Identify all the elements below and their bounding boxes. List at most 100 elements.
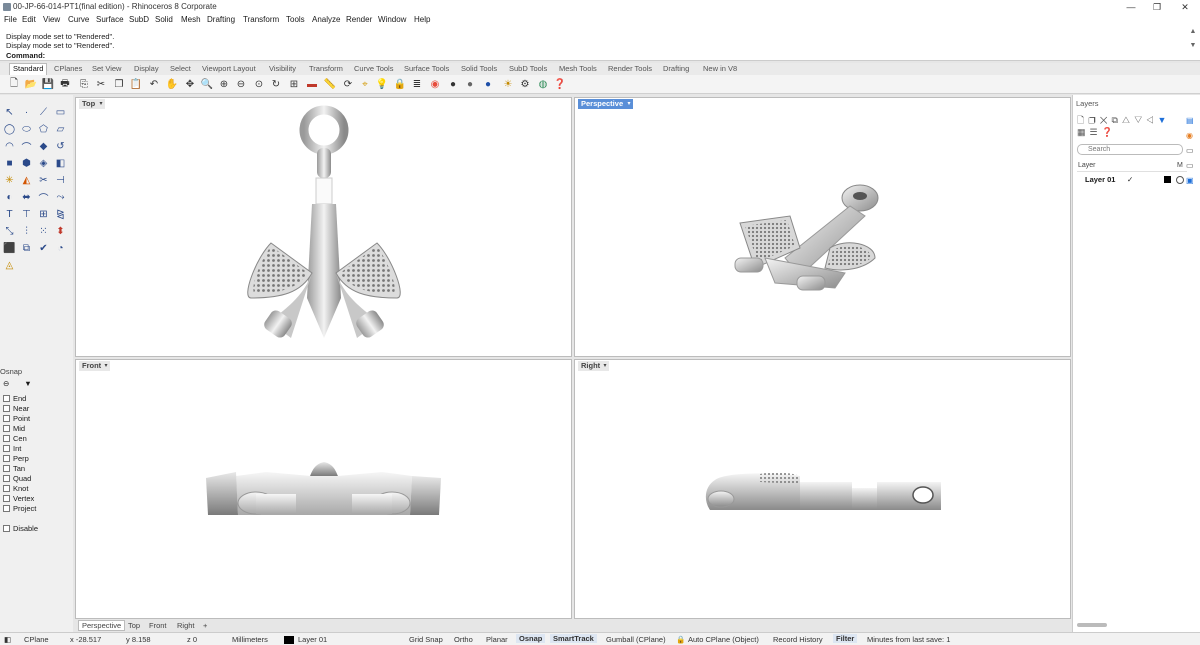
menu-analyze[interactable]: Analyze	[312, 15, 340, 24]
menu-transform[interactable]: Transform	[243, 15, 279, 24]
render-icon[interactable]: ☀	[501, 77, 515, 91]
menu-help[interactable]: Help	[414, 15, 430, 24]
filter-icon[interactable]: ▼	[1157, 115, 1170, 125]
boolean-icon[interactable]: ◭	[19, 173, 34, 188]
paste-icon[interactable]: 📋	[129, 77, 143, 91]
check-icon[interactable]: ✔	[36, 241, 51, 256]
menu-tools[interactable]: Tools	[286, 15, 305, 24]
four-viewports-icon[interactable]: ⊞	[287, 77, 301, 91]
layer-icon[interactable]: ≣	[410, 77, 424, 91]
help-tab-icon[interactable]: ▭	[1186, 158, 1198, 173]
cplane-toggle-icon[interactable]: ◧	[4, 635, 11, 644]
arc-icon[interactable]: ◠	[2, 139, 17, 154]
undo-icon[interactable]: ↶	[147, 77, 161, 91]
array-icon[interactable]: ⁙	[36, 224, 51, 239]
move-to-parent-icon[interactable]: ◁	[1146, 115, 1157, 125]
cut-icon[interactable]: ✂	[94, 77, 108, 91]
layer-row[interactable]: Layer 01 ✓	[1077, 175, 1187, 186]
tab-standard[interactable]: Standard	[9, 63, 48, 75]
viewport-menu-icon[interactable]: ▾	[625, 99, 633, 109]
add-viewport-tab-icon[interactable]: +	[203, 621, 207, 630]
material-sphere-icon[interactable]: ●	[446, 77, 460, 91]
offset-icon[interactable]: ⤳	[53, 190, 68, 205]
blend-icon[interactable]: ◐	[2, 190, 17, 205]
viewport-front[interactable]: Front ▾	[75, 359, 572, 619]
tab-display[interactable]: Display	[131, 64, 162, 73]
close-button[interactable]: ✕	[1172, 0, 1198, 14]
checkbox[interactable]	[3, 495, 10, 502]
checkbox[interactable]	[3, 435, 10, 442]
print-icon[interactable]: 🖶	[58, 77, 72, 91]
osnap-item-project[interactable]: Project	[3, 504, 36, 513]
zoom-window-icon[interactable]: ⊕	[217, 77, 231, 91]
status-filter[interactable]: Filter	[833, 634, 858, 643]
lock-icon[interactable]: 🔒	[676, 635, 685, 644]
layer-help-icon[interactable]: ❓	[1102, 127, 1117, 137]
new-file-icon[interactable]: 🗋	[7, 77, 21, 91]
checkbox[interactable]	[3, 405, 10, 412]
tab-render-tools[interactable]: Render Tools	[605, 64, 655, 73]
group-icon[interactable]: ⧉	[19, 241, 34, 256]
ruler-icon[interactable]: 📏	[323, 77, 337, 91]
status-osnap[interactable]: Osnap	[516, 634, 546, 643]
status-units[interactable]: Millimeters	[232, 635, 268, 644]
options-icon[interactable]: ◍	[536, 77, 550, 91]
tab-surface-tools[interactable]: Surface Tools	[401, 64, 452, 73]
vptab-right[interactable]: Right	[177, 621, 195, 630]
tab-solid-tools[interactable]: Solid Tools	[458, 64, 500, 73]
viewport-label-perspective[interactable]: Perspective	[578, 99, 627, 109]
zoom-selected-icon[interactable]: ⊙	[252, 77, 266, 91]
layer-search-input[interactable]: Search	[1077, 144, 1183, 155]
rotate-view-icon[interactable]: ↻	[269, 77, 283, 91]
rectangle-icon[interactable]: ▭	[53, 105, 68, 120]
command-input[interactable]	[46, 50, 1186, 60]
revolve-icon[interactable]: ↺	[53, 139, 68, 154]
split-icon[interactable]: ⊣	[53, 173, 68, 188]
tab-cplanes[interactable]: CPlanes	[51, 64, 85, 73]
cplane-icon[interactable]: ⌖	[358, 77, 372, 91]
ellipse-icon[interactable]: ⬭	[19, 122, 34, 137]
checkbox[interactable]	[3, 465, 10, 472]
vptab-perspective[interactable]: Perspective	[78, 620, 126, 631]
color-wheel-icon[interactable]: ◉	[428, 77, 442, 91]
osnap-item-tan[interactable]: Tan	[3, 464, 25, 473]
tab-select[interactable]: Select	[167, 64, 194, 73]
rendered-sphere-icon[interactable]: ●	[481, 77, 495, 91]
viewport-label-top[interactable]: Top	[79, 99, 99, 109]
menu-view[interactable]: View	[43, 15, 60, 24]
osnap-item-cen[interactable]: Cen	[3, 434, 27, 443]
move-icon[interactable]: ✥	[183, 77, 197, 91]
move-up-icon[interactable]: △	[1122, 115, 1134, 125]
polygon-icon[interactable]: ⬠	[36, 122, 51, 137]
command-scrollbar[interactable]: ▲ ▼	[1188, 28, 1198, 58]
viewport-perspective[interactable]: Perspective ▾	[574, 97, 1071, 357]
select-arrow-icon[interactable]: ↖	[2, 105, 17, 120]
extrude-icon[interactable]: ⬢	[19, 156, 34, 171]
status-grid-snap[interactable]: Grid Snap	[409, 635, 443, 644]
display-tab-icon[interactable]: ▭	[1186, 143, 1198, 158]
circle-icon[interactable]: ◯	[2, 122, 17, 137]
tab-set-view[interactable]: Set View	[89, 64, 124, 73]
join-icon[interactable]: ⬌	[19, 190, 34, 205]
trim-icon[interactable]: ✂	[36, 173, 51, 188]
vptab-top[interactable]: Top	[128, 621, 140, 630]
viewport-menu-icon[interactable]: ▾	[97, 99, 105, 109]
tab-drafting[interactable]: Drafting	[660, 64, 692, 73]
copy-icon[interactable]: ❐	[112, 77, 126, 91]
checkbox[interactable]	[3, 455, 10, 462]
open-file-icon[interactable]: 📂	[24, 77, 38, 91]
zoom-extents-icon[interactable]: ⊖	[234, 77, 248, 91]
status-planar[interactable]: Planar	[486, 635, 508, 644]
osnap-item-knot[interactable]: Knot	[3, 484, 28, 493]
osnap-item-perp[interactable]: Perp	[3, 454, 29, 463]
osnap-item-mid[interactable]: Mid	[3, 424, 25, 433]
rotate-icon[interactable]: ⟳	[341, 77, 355, 91]
layer-name[interactable]: Layer 01	[1085, 175, 1115, 184]
menu-mesh[interactable]: Mesh	[181, 15, 201, 24]
curve-from-object-icon[interactable]: ⌒	[36, 190, 51, 205]
menu-edit[interactable]: Edit	[22, 15, 36, 24]
new-layer-icon[interactable]: 🗋	[1077, 115, 1088, 125]
box-icon[interactable]: ■	[2, 156, 17, 171]
current-layer-check-icon[interactable]: ✓	[1127, 175, 1133, 184]
gear-icon[interactable]: ⚙	[518, 77, 532, 91]
